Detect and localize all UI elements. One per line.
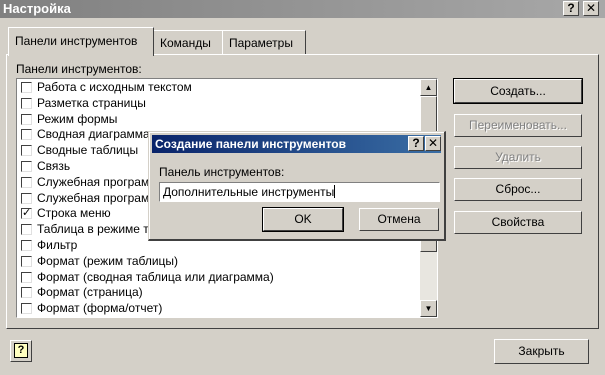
rename-button-label: Переименовать... (469, 118, 567, 132)
dialog-help-icon[interactable]: ? (408, 136, 424, 151)
reset-button[interactable]: Сброс... (454, 178, 582, 201)
checkbox[interactable] (21, 82, 32, 93)
tab-options[interactable]: Параметры (222, 30, 306, 54)
tab-commands-label: Команды (160, 36, 211, 50)
list-item-label: Таблица в режиме т (37, 222, 149, 237)
list-item-label: Формат (форма/отчет) (37, 301, 163, 316)
tab-toolbars[interactable]: Панели инструментов (8, 27, 154, 56)
list-item-label: Разметка страницы (37, 95, 146, 110)
create-button[interactable]: Создать... (453, 78, 583, 104)
create-button-label: Создать... (490, 84, 546, 98)
checkbox[interactable] (21, 271, 32, 283)
checkbox[interactable] (21, 97, 32, 109)
list-item[interactable]: Работа с исходным текстом (19, 80, 417, 96)
toolbar-name-input[interactable]: Дополнительные инструменты (159, 182, 440, 202)
list-item-label: Работа с исходным текстом (37, 80, 192, 94)
checkbox[interactable] (21, 255, 32, 267)
list-item-label: Служебная програм (37, 174, 150, 189)
properties-button[interactable]: Свойства (454, 211, 582, 234)
new-toolbar-dialog: Создание панели инструментов ? ✕ Панель … (148, 131, 446, 241)
list-item[interactable]: Разметка страницы (19, 96, 417, 112)
checkbox[interactable] (21, 129, 32, 141)
list-item[interactable]: Формат (сводная таблица или диаграмма) (19, 270, 417, 286)
checkbox[interactable]: ✓ (21, 208, 32, 220)
checkbox[interactable] (21, 145, 32, 157)
title-bar: Настройка ? ✕ (0, 0, 605, 18)
window-title: Настройка (3, 1, 71, 16)
reset-button-label: Сброс... (495, 182, 541, 196)
cancel-button-label: Отмена (377, 212, 421, 226)
ok-button[interactable]: OK (262, 207, 344, 232)
help-question-icon: ? (14, 343, 28, 358)
scroll-down-icon[interactable]: ▼ (420, 300, 437, 317)
list-item-label: Связь (37, 158, 71, 173)
delete-button-label: Удалить (495, 150, 541, 164)
toolbars-list-label: Панели инструментов: (16, 62, 142, 76)
checkbox[interactable] (21, 192, 32, 204)
close-button-label: Закрыть (518, 344, 565, 358)
text-caret (334, 185, 336, 198)
properties-button-label: Свойства (491, 215, 545, 229)
delete-button[interactable]: Удалить (454, 146, 582, 169)
list-item-label: Режим формы (37, 111, 118, 126)
list-item-label: Сводная диаграмма (37, 127, 150, 142)
scroll-up-icon[interactable]: ▲ (420, 79, 437, 96)
toolbar-name-value: Дополнительные инструменты (163, 185, 335, 199)
rename-button[interactable]: Переименовать... (454, 114, 582, 137)
help-button[interactable]: ? (10, 340, 32, 362)
checkbox[interactable] (21, 287, 32, 299)
ok-button-label: OK (294, 212, 312, 226)
help-icon[interactable]: ? (563, 1, 579, 16)
list-item-label: Формат (режим таблицы) (37, 253, 179, 268)
list-item-label: Служебная програм (37, 190, 150, 205)
list-item-label: Формат (страница) (37, 285, 143, 300)
cancel-button[interactable]: Отмена (359, 208, 439, 231)
close-icon[interactable]: ✕ (583, 1, 599, 16)
tab-options-label: Параметры (229, 36, 293, 50)
dialog-title-bar: Создание панели инструментов ? ✕ (152, 135, 441, 153)
dialog-title: Создание панели инструментов (155, 137, 346, 151)
checkbox[interactable] (21, 303, 32, 315)
list-item-label: Формат (сводная таблица или диаграмма) (37, 269, 274, 284)
close-button[interactable]: Закрыть (494, 339, 589, 364)
list-item-label: Фильтр (37, 237, 78, 252)
dialog-close-icon[interactable]: ✕ (425, 136, 441, 151)
checkbox[interactable] (21, 176, 32, 188)
list-item[interactable]: Режим формы (19, 112, 417, 128)
list-item[interactable]: Формат (форма/отчет) (19, 301, 417, 317)
toolbar-name-label: Панель инструментов: (159, 165, 285, 179)
checkbox[interactable] (21, 239, 32, 251)
list-item-label: Сводные таблицы (37, 143, 139, 158)
list-item-label: Строка меню (37, 206, 111, 221)
checkbox[interactable] (21, 113, 32, 125)
checkbox[interactable] (21, 224, 32, 236)
tab-commands[interactable]: Команды (153, 30, 223, 54)
checkbox[interactable] (21, 160, 32, 172)
tab-toolbars-label: Панели инструментов (15, 34, 138, 48)
list-item[interactable]: Формат (страница) (19, 285, 417, 301)
list-item[interactable]: Формат (режим таблицы) (19, 254, 417, 270)
